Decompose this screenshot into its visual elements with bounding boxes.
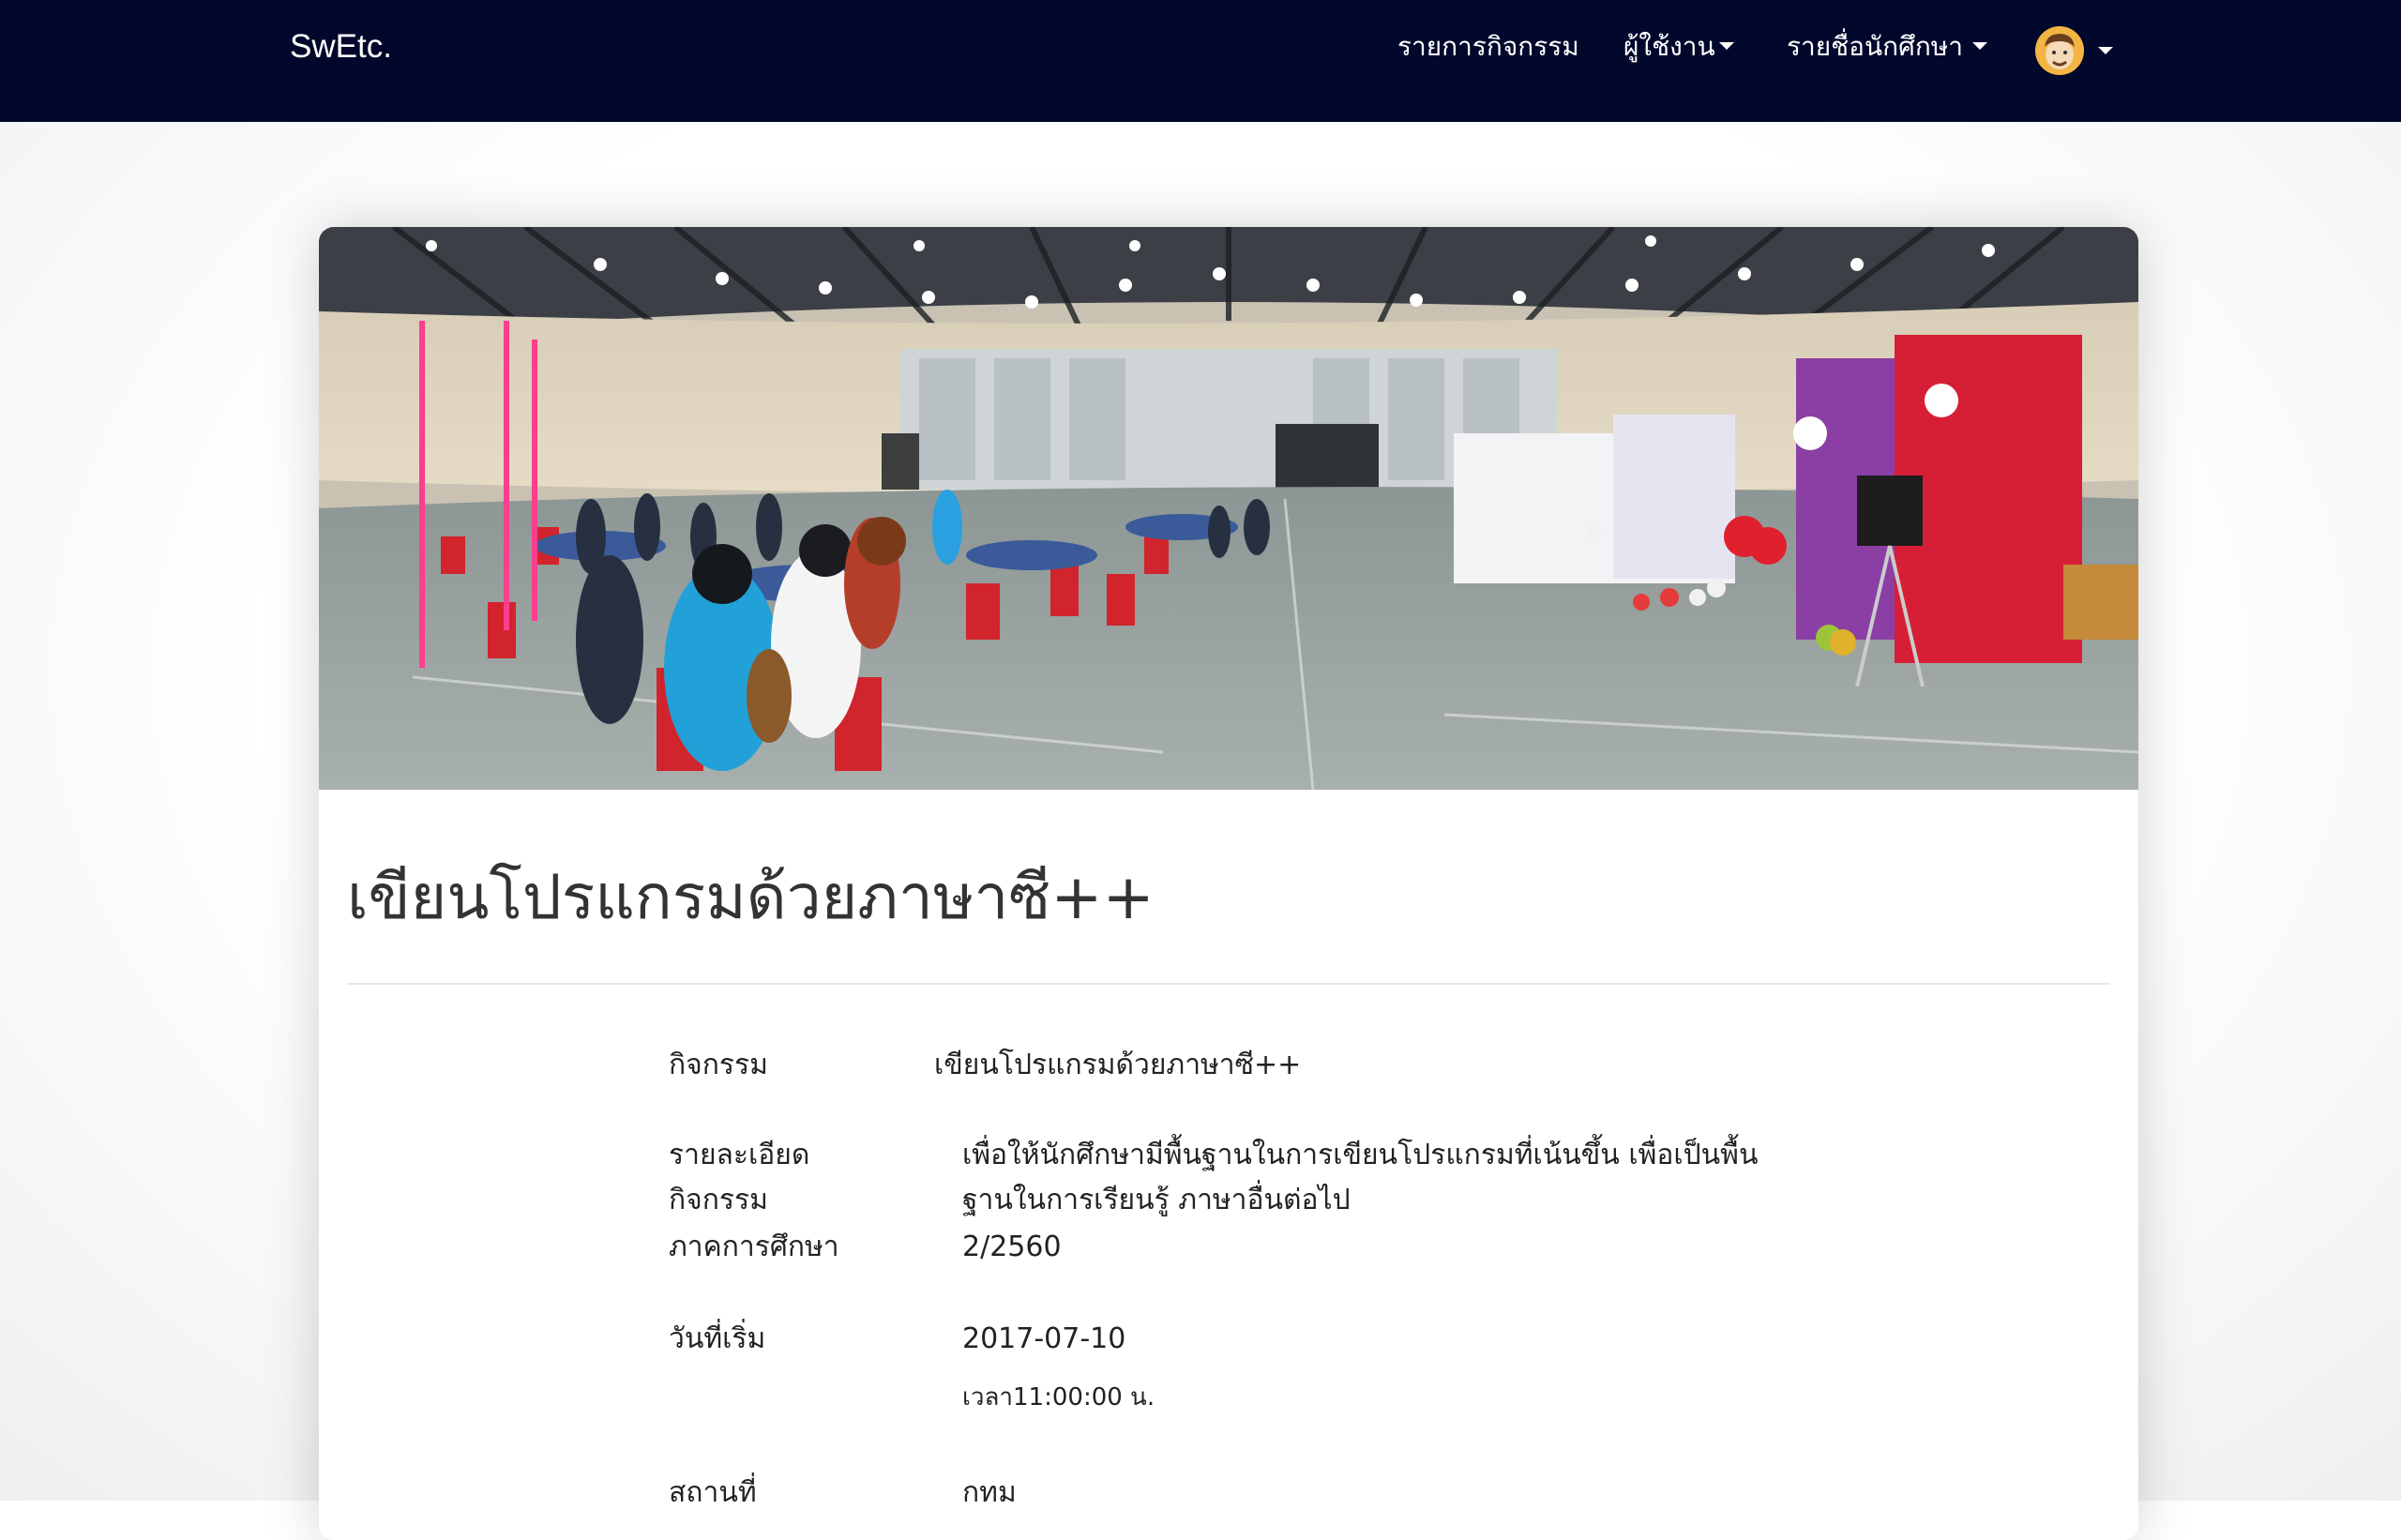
semester-value: 2/2560 [962,1230,1062,1263]
brand-logo-link[interactable]: SwEtc. [290,26,392,68]
nav-activity-list[interactable]: รายการกิจกรรม [1397,28,1579,66]
top-navbar: SwEtc. รายการกิจกรรม ผู้ใช้งาน รายชื่อนั… [0,0,2401,122]
start-date-value: 2017-07-10 [962,1322,1126,1355]
activity-banner-image [319,227,2138,790]
avatar-dropdown-chevron-icon[interactable] [2098,47,2113,54]
activity-card: เขียนโปรแกรมด้วยภาษาซี++ กิจกรรม เขียนโป… [319,227,2138,1540]
semester-label: ภาคการศึกษา [669,1230,839,1263]
nav-users-label: ผู้ใช้งาน [1623,31,1715,62]
activity-name-value: เขียนโปรแกรมด้วยภาษาซี++ [934,1049,1302,1081]
nav-users-dropdown[interactable]: ผู้ใช้งาน [1623,28,1734,66]
page-title: เขียนโปรแกรมด้วยภาษาซี++ [347,861,1155,933]
chevron-down-icon [1972,42,1987,50]
start-time-value: เวลา11:00:00 น. [962,1383,1155,1412]
title-divider [347,983,2110,985]
activity-label: กิจกรรม [669,1049,768,1081]
chevron-down-icon [1718,42,1734,50]
nav-students-dropdown[interactable]: รายชื่อนักศึกษา [1787,28,1987,66]
description-label-line2: กิจกรรม [669,1184,768,1216]
nav-activity-list-label: รายการกิจกรรม [1397,31,1579,62]
location-label: สถานที่ [669,1476,757,1509]
description-label: รายละเอียด กิจกรรม [669,1133,894,1223]
description-value: เพื่อให้นักศึกษามีพื้นฐานในการเขียนโปรแก… [962,1139,1759,1216]
user-avatar-icon[interactable] [2035,26,2084,75]
nav-students-label: รายชื่อนักศึกษา [1787,31,1963,62]
location-value: กทม [962,1476,1017,1509]
description-label-line1: รายละเอียด [669,1139,810,1171]
start-date-label: วันที่เริ่ม [669,1322,766,1355]
